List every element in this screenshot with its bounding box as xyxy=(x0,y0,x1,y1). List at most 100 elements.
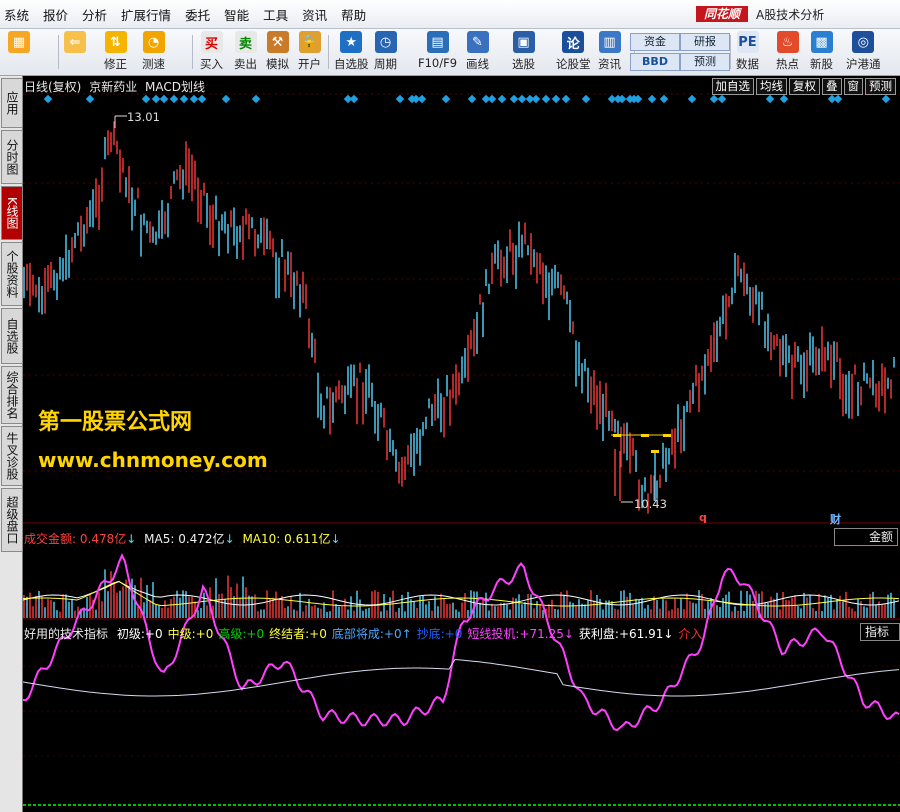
diamond-marker xyxy=(197,94,207,104)
menu-item-0[interactable]: 系统 xyxy=(4,5,29,24)
menu-item-8[interactable]: 帮助 xyxy=(341,5,366,24)
indicator-item-label: 初级: xyxy=(116,627,145,641)
chart-button-3[interactable]: 叠 xyxy=(822,78,842,95)
indicator-name: MACD划线 xyxy=(145,80,206,94)
sidebar-tab-3[interactable]: 个股资料 xyxy=(1,242,23,306)
diamond-marker xyxy=(779,94,789,104)
clock-icon: ◷ xyxy=(374,31,397,53)
chart-button-2[interactable]: 复权 xyxy=(789,78,820,95)
menu-item-7[interactable]: 资讯 xyxy=(302,5,327,24)
chart-button-4[interactable]: 窗 xyxy=(843,78,863,95)
画线-button[interactable]: ✎ 画线 xyxy=(466,31,489,73)
diamond-marker xyxy=(487,94,497,104)
sidebar-tab-0[interactable]: 应用 xyxy=(1,78,23,128)
diamond-marker xyxy=(497,94,507,104)
资讯-button[interactable]: ▥ 资讯 xyxy=(598,31,621,73)
pencil-icon: ✎ xyxy=(466,31,489,53)
选股-button[interactable]: ▣ 选股 xyxy=(512,31,535,73)
sidebar-tab-2[interactable]: K线图 xyxy=(1,186,23,240)
volume-info: 成交金额: 0.478亿↓ MA5: 0.472亿↓ MA10: 0.611亿↓ xyxy=(24,530,341,547)
diamond-marker xyxy=(221,94,231,104)
自选股-button[interactable]: ★ 自选股 xyxy=(334,31,369,73)
chart-button-0[interactable]: 加自选 xyxy=(711,78,754,95)
indicator-item-8: 介入 xyxy=(678,627,702,641)
volume-type-tag[interactable]: 金额 xyxy=(834,528,898,546)
toolbar-label: 测速 xyxy=(142,57,165,71)
research-report-button[interactable]: 研报 xyxy=(680,33,730,51)
finance-marker[interactable]: 财 xyxy=(830,511,841,527)
menu-item-4[interactable]: 委托 xyxy=(185,5,210,24)
pe-icon: PE xyxy=(736,31,759,53)
sse-hke-icon: ◎ xyxy=(852,31,875,53)
windows-icon: ▦ xyxy=(8,31,30,53)
menu-item-5[interactable]: 智能 xyxy=(224,5,249,24)
period-label[interactable]: 日线(复权) xyxy=(24,80,81,94)
周期-button[interactable]: ◷ 周期 xyxy=(374,31,397,73)
kline-info: 日线(复权) 京新药业 MACD划线 xyxy=(24,78,205,95)
indicator-item-label: 获利盘: xyxy=(578,627,619,641)
back-arrow-icon-button[interactable]: ⇐ xyxy=(64,31,86,73)
stock-name: 京新药业 xyxy=(89,80,138,94)
数据-button[interactable]: PE 数据 xyxy=(736,31,759,73)
back-arrow-icon: ⇐ xyxy=(64,31,86,53)
indicator-item-value: +0 xyxy=(246,627,265,641)
diamond-marker xyxy=(179,94,189,104)
forecast-button[interactable]: 预测 xyxy=(680,53,730,71)
diamond-marker xyxy=(349,94,359,104)
windows-icon-button[interactable]: ▦ xyxy=(8,31,30,73)
fund-button[interactable]: 资金 xyxy=(630,33,680,51)
star-icon: ★ xyxy=(340,31,363,53)
F10/F9-button[interactable]: ▤ F10/F9 xyxy=(418,31,457,73)
diamond-marker xyxy=(251,94,261,104)
沪港通-button[interactable]: ◎ 沪港通 xyxy=(846,31,881,73)
toolbar-label: 修正 xyxy=(104,57,127,71)
bbd-button[interactable]: BBD xyxy=(630,53,680,71)
toolbar-label: 买入 xyxy=(200,57,223,71)
indicator-item-label: 底部将成: xyxy=(331,627,384,641)
diamond-marker xyxy=(467,94,477,104)
down-arrow-icon: ↓ xyxy=(126,532,137,546)
volume-label: 成交金额: xyxy=(24,532,77,546)
sidebar-tab-6[interactable]: 牛叉诊股 xyxy=(1,426,23,486)
新股-button[interactable]: ▩ 新股 xyxy=(810,31,833,73)
diamond-marker xyxy=(151,94,161,104)
indicator-item-value: +0↑ xyxy=(383,627,412,641)
toolbar-separator xyxy=(328,35,329,69)
menu-item-6[interactable]: 工具 xyxy=(263,5,288,24)
sidebar-tab-7[interactable]: 超级盘口 xyxy=(1,488,23,552)
kline-chart[interactable] xyxy=(23,76,900,812)
ma5-value: 0.472亿 xyxy=(178,532,225,546)
q-marker[interactable]: q xyxy=(699,511,707,524)
indicator-tag[interactable]: 指标 xyxy=(860,623,900,641)
toolbar-label: F10/F9 xyxy=(418,56,458,70)
toolbar-label: 数据 xyxy=(736,57,759,71)
chart-button-5[interactable]: 预测 xyxy=(865,78,896,95)
模拟-button[interactable]: ⚒ 模拟 xyxy=(266,31,289,73)
indicator-info: 好用的技术指标 初级:+0 中级:+0 高级:+0 终结者:+0 底部将成:+0↑ 抄底:… xyxy=(24,625,702,642)
menu-item-2[interactable]: 分析 xyxy=(82,5,107,24)
sidebar-tab-4[interactable]: 自选股 xyxy=(1,308,23,364)
menu-item-1[interactable]: 报价 xyxy=(43,5,68,24)
测速-button[interactable]: ◔ 测速 xyxy=(142,31,165,73)
修正-button[interactable]: ⇅ 修正 xyxy=(104,31,127,73)
热点-button[interactable]: ♨ 热点 xyxy=(776,31,799,73)
window-title: A股技术分析 xyxy=(756,8,825,22)
diamond-marker xyxy=(647,94,657,104)
buy-signal-mark xyxy=(663,434,671,437)
sidebar-tab-1[interactable]: 分时图 xyxy=(1,130,23,184)
卖出-button[interactable]: 卖卖出 xyxy=(234,31,257,73)
toolbar-label: 资讯 xyxy=(598,57,621,71)
menu-item-3[interactable]: 扩展行情 xyxy=(121,5,171,24)
sidebar-tab-5[interactable]: 综合排名 xyxy=(1,366,23,424)
diamond-marker xyxy=(517,94,527,104)
买入-button[interactable]: 买买入 xyxy=(200,31,223,73)
ma5-line xyxy=(23,581,900,606)
chart-button-1[interactable]: 均线 xyxy=(756,78,787,95)
ma5-label: MA5: xyxy=(144,532,175,546)
论股堂-button[interactable]: 论论股堂 xyxy=(556,31,591,73)
开户-button[interactable]: 🔒 开户 xyxy=(298,31,321,73)
high-price-label: 13.01 xyxy=(127,110,160,124)
diamond-marker xyxy=(551,94,561,104)
indicator-item-label: 抄底: xyxy=(416,627,445,641)
diamond-marker xyxy=(43,94,53,104)
